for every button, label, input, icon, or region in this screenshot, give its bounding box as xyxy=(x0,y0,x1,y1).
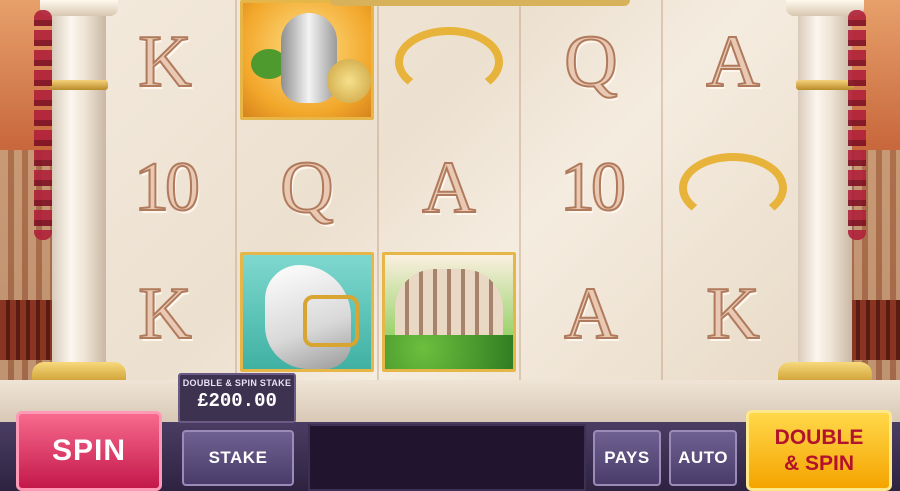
symbol-10: 10 xyxy=(95,126,235,250)
symbol-letter: Q xyxy=(563,20,618,104)
stake-label: STAKE xyxy=(208,448,268,467)
pays-button[interactable]: PAYS xyxy=(593,430,661,486)
double-spin-stake-label: DOUBLE & SPIN STAKE xyxy=(182,378,292,388)
pillar-ring xyxy=(50,80,108,90)
symbol-a: A xyxy=(663,0,803,124)
colosseum-tile xyxy=(382,252,516,372)
colosseum-icon xyxy=(395,269,503,339)
left-pillar xyxy=(32,0,126,392)
grapes-icon xyxy=(327,59,371,103)
vase-symbol xyxy=(237,0,377,124)
symbol-letter: K xyxy=(137,20,192,104)
top-frame xyxy=(330,0,630,6)
vase-tile xyxy=(240,0,374,120)
symbol-a: A xyxy=(521,252,661,376)
laurel-symbol xyxy=(663,126,803,250)
auto-button[interactable]: AUTO xyxy=(669,430,737,486)
horse-symbol xyxy=(237,252,377,376)
bushes-icon xyxy=(385,335,513,369)
message-screen xyxy=(308,424,586,491)
symbol-letter: A xyxy=(563,272,618,356)
symbol-letter: 10 xyxy=(133,148,201,227)
pillar-capital xyxy=(40,0,118,16)
symbol-q: Q xyxy=(237,126,377,250)
double-spin-stake-value: £200.00 xyxy=(197,390,277,412)
laurel-icon xyxy=(395,27,503,97)
double-spin-label-line1: DOUBLE xyxy=(774,425,864,449)
symbol-k: K xyxy=(95,0,235,124)
pays-label: PAYS xyxy=(604,448,650,467)
symbol-k: K xyxy=(663,252,803,376)
spin-label: SPIN xyxy=(51,434,127,467)
reel-area: K Q A 10 Q A 10 K A K xyxy=(95,0,803,392)
horse-tile xyxy=(240,252,374,372)
symbol-letter: K xyxy=(705,272,760,356)
pillar-ring xyxy=(796,80,854,90)
double-spin-stake-display: DOUBLE & SPIN STAKE £200.00 xyxy=(178,373,296,423)
symbol-q: Q xyxy=(521,0,661,124)
symbol-10: 10 xyxy=(521,126,661,250)
double-spin-label-line2: & SPIN xyxy=(783,451,854,475)
laurel-icon xyxy=(679,153,787,223)
flower-vine-right xyxy=(848,10,866,240)
symbol-a: A xyxy=(379,126,519,250)
symbol-letter: K xyxy=(137,272,192,356)
bridle-icon xyxy=(303,295,359,347)
laurel-symbol xyxy=(379,0,519,124)
spin-button[interactable]: SPIN xyxy=(16,411,162,491)
symbol-letter: A xyxy=(421,146,476,230)
stake-button[interactable]: STAKE xyxy=(182,430,294,486)
double-spin-button[interactable]: DOUBLE & SPIN xyxy=(746,410,892,491)
auto-label: AUTO xyxy=(678,448,728,467)
right-pillar xyxy=(778,0,872,392)
symbol-letter: A xyxy=(705,20,760,104)
colosseum-symbol xyxy=(379,252,519,376)
symbol-letter: 10 xyxy=(559,148,627,227)
symbol-letter: Q xyxy=(279,146,334,230)
slot-game: K Q A 10 Q A 10 K A K DOUBLE & SPIN STAK… xyxy=(0,0,900,491)
flower-vine-left xyxy=(34,10,52,240)
symbol-k: K xyxy=(95,252,235,376)
